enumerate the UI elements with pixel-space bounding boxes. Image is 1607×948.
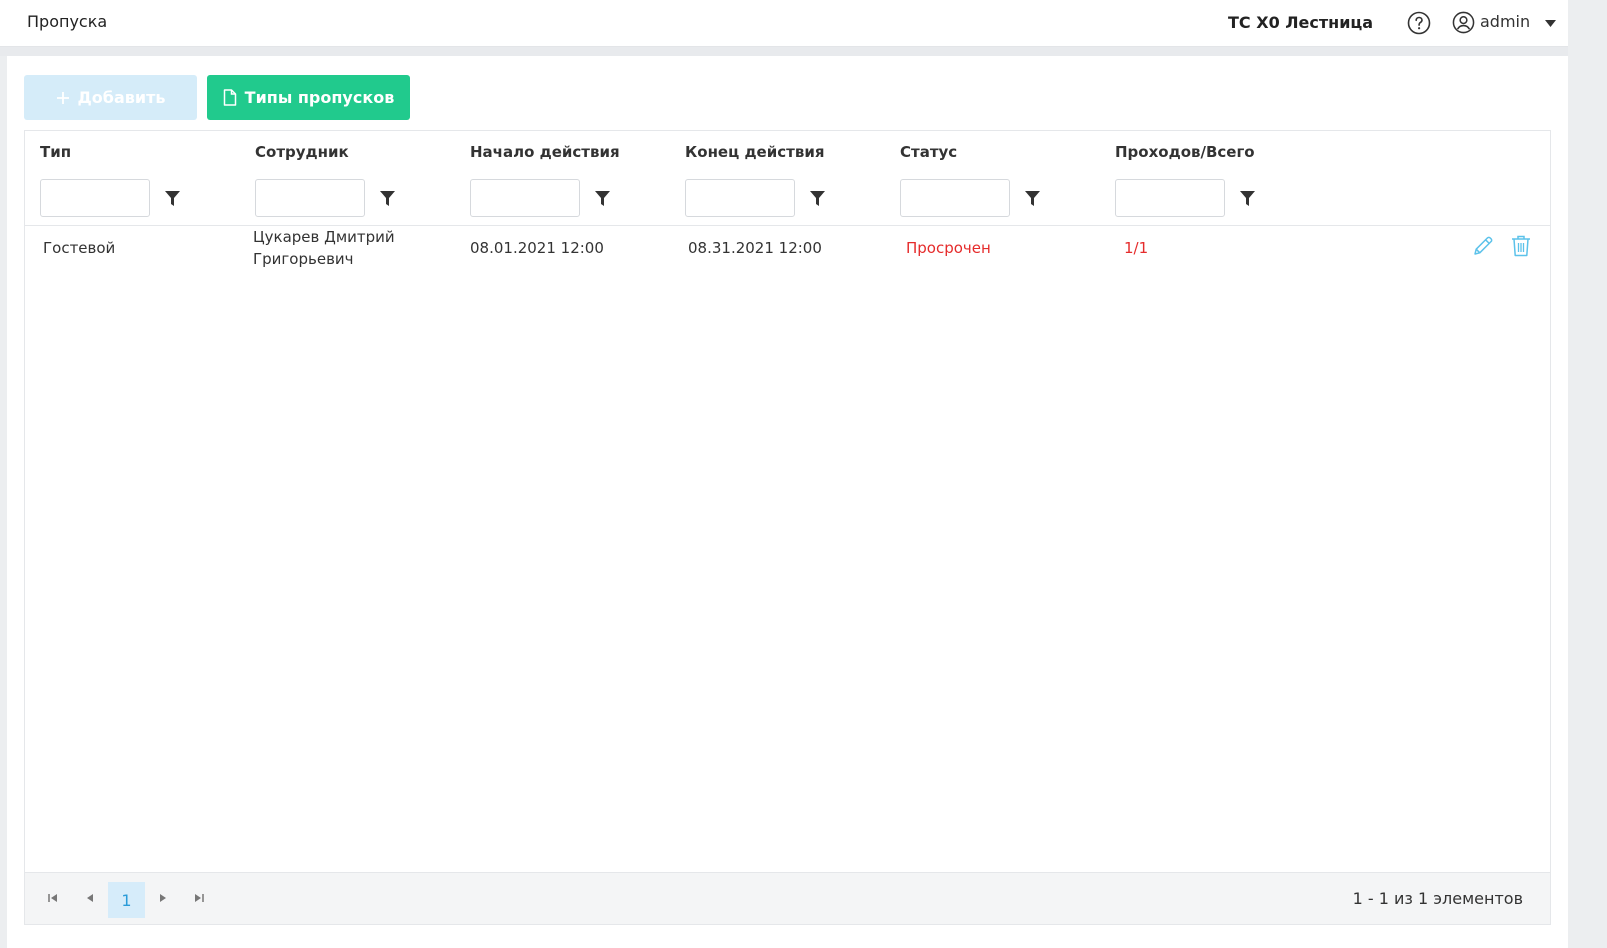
next-page-icon[interactable] [157,891,169,905]
table-row[interactable]: Гостевой Цукарев Дмитрий Григорьевич 08.… [25,227,1550,279]
cell-type: Гостевой [43,239,116,257]
filter-icon[interactable] [810,191,825,206]
passes-filter-input[interactable] [1115,179,1225,217]
pager-info: 1 - 1 из 1 элементов [1352,889,1523,908]
column-header-type[interactable]: Тип [40,143,71,161]
cell-employee-line1: Цукарев Дмитрий [253,228,395,246]
cell-employee-line2: Григорьевич [253,250,354,268]
column-header-start[interactable]: Начало действия [470,143,620,161]
trash-icon[interactable] [1511,235,1531,257]
status-filter-input[interactable] [900,179,1010,217]
filter-icon[interactable] [1025,191,1040,206]
top-bar: Пропуска ТС Х0 Лестница admin [0,0,1568,47]
start-filter-input[interactable] [470,179,580,217]
pager: 1 1 - 1 из 1 элементов [25,872,1550,924]
user-avatar-icon[interactable] [1452,11,1475,34]
column-header-passes[interactable]: Проходов/Всего [1115,143,1255,161]
help-icon[interactable] [1407,11,1431,35]
column-header-end[interactable]: Конец действия [685,143,824,161]
first-page-icon[interactable] [47,891,59,905]
filter-icon[interactable] [1240,191,1255,206]
header-divider [0,47,1568,56]
pass-types-button-label: Типы пропусков [244,88,395,107]
employee-filter-input[interactable] [255,179,365,217]
filter-icon[interactable] [595,191,610,206]
filter-icon[interactable] [380,191,395,206]
cell-passes: 1/1 [1124,239,1149,257]
type-filter-input[interactable] [40,179,150,217]
user-name[interactable]: admin [1480,12,1530,31]
prev-page-icon[interactable] [84,891,96,905]
passes-grid: Тип Сотрудник Начало действия Конец дейс… [24,130,1551,925]
last-page-icon[interactable] [193,891,205,905]
add-button-label: Добавить [77,88,166,107]
cell-end: 08.31.2021 12:00 [688,239,822,257]
grid-header: Тип Сотрудник Начало действия Конец дейс… [25,131,1550,226]
cell-start: 08.01.2021 12:00 [470,239,604,257]
edit-icon[interactable] [1472,235,1494,257]
chevron-down-icon[interactable] [1545,20,1556,27]
plus-icon [56,91,69,104]
organization-name[interactable]: ТС Х0 Лестница [1228,13,1373,32]
page-title: Пропуска [27,12,108,31]
cell-status: Просрочен [906,239,991,257]
pass-types-button[interactable]: Типы пропусков [207,75,410,120]
end-filter-input[interactable] [685,179,795,217]
column-header-status[interactable]: Статус [900,143,957,161]
add-button[interactable]: Добавить [24,75,197,120]
column-header-employee[interactable]: Сотрудник [255,143,349,161]
filter-icon[interactable] [165,191,180,206]
document-icon [223,89,236,106]
page-button[interactable]: 1 [108,882,145,918]
